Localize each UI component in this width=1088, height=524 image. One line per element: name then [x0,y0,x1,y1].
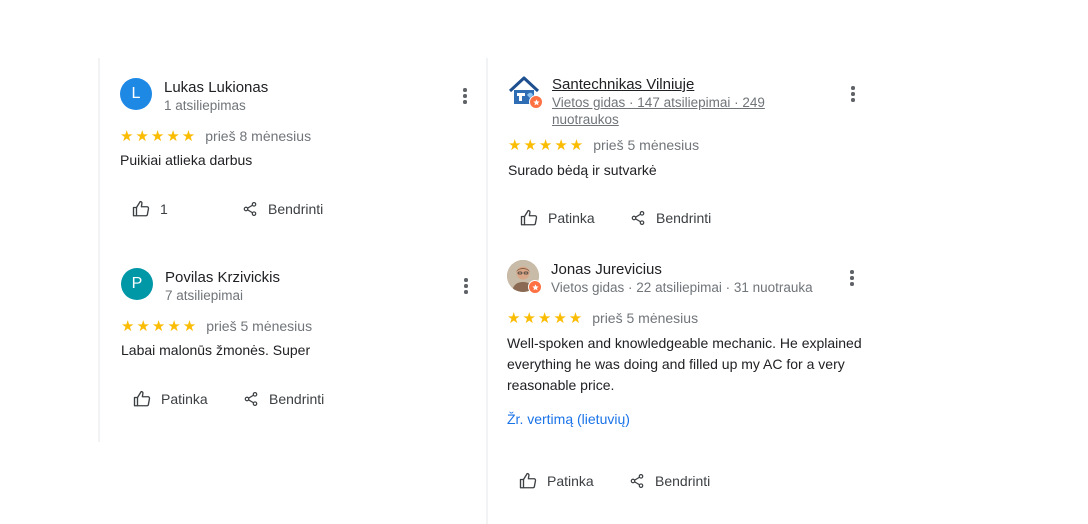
more-vert-icon [851,86,855,102]
avatar[interactable]: L [120,78,152,110]
reviewer-meta: 1 atsiliepimas [164,98,246,113]
review-text: Well-spoken and knowledgeable mechanic. … [507,335,862,393]
share-label: Bendrinti [269,391,325,407]
rating-row: ★★★★★ prieš 8 mėnesius [120,127,311,145]
more-options-button[interactable] [455,86,475,106]
share-icon [244,392,258,406]
rating-row: ★★★★★ prieš 5 mėnesius [508,136,699,154]
thumbs-up-icon [520,209,538,226]
review-time: prieš 5 mėnesius [593,137,700,153]
like-label: Patinka [161,391,208,407]
share-button[interactable]: Bendrinti [629,472,710,490]
share-button[interactable]: Bendrinti [243,390,324,408]
share-label: Bendrinti [656,210,712,226]
more-options-button[interactable] [456,276,476,296]
review-time: prieš 5 mėnesius [206,318,313,334]
more-vert-icon [463,88,467,104]
reviewer-name[interactable]: Lukas Lukionas [164,79,268,96]
review-text: Surado bėdą ir sutvarkė [508,162,657,178]
star-rating: ★★★★★ [507,310,585,327]
thumbs-up-icon [519,472,537,489]
like-label: Patinka [548,210,595,226]
like-count: 1 [160,201,168,217]
more-options-button[interactable] [843,84,863,104]
column-divider [486,58,488,524]
reviewer-name[interactable]: Povilas Krzivickis [165,269,280,286]
share-label: Bendrinti [268,201,324,217]
translate-link[interactable]: Žr. vertimą (lietuvių) [507,411,630,427]
like-button[interactable]: Patinka [520,209,595,227]
share-icon [630,474,644,488]
review-time: prieš 5 mėnesius [592,310,699,326]
more-options-button[interactable] [842,268,862,288]
reviewer-name[interactable]: Jonas Jurevicius [551,261,662,278]
reviewer-meta: 7 atsiliepimai [165,288,244,303]
thumbs-up-icon [132,200,150,217]
avatar[interactable] [507,260,542,294]
rating-row: ★★★★★ prieš 5 mėnesius [121,317,312,335]
like-button[interactable]: Patinka [133,390,208,408]
like-label: Patinka [547,473,594,489]
review-time: prieš 8 mėnesius [205,128,312,144]
rating-row: ★★★★★ prieš 5 mėnesius [507,309,698,327]
reviewer-meta[interactable]: Vietos gidas · 147 atsiliepimai · 249 nu… [552,94,792,128]
review-text: Puikiai atlieka darbus [120,152,253,168]
share-button[interactable]: Bendrinti [630,209,711,227]
more-vert-icon [464,278,468,294]
like-button[interactable]: Patinka [519,472,594,490]
share-icon [631,211,645,225]
reviewer-name[interactable]: Santechnikas Vilniuje [552,76,694,93]
star-rating: ★★★★★ [508,137,586,154]
more-vert-icon [850,270,854,286]
star-rating: ★★★★★ [120,128,198,145]
reviewer-meta: Vietos gidas · 22 atsiliepimai · 31 nuot… [551,280,813,295]
review-text: Labai malonūs žmonės. Super [121,342,311,358]
avatar[interactable]: P [121,268,153,300]
share-icon [243,202,257,216]
share-button[interactable]: Bendrinti [242,200,323,218]
like-button[interactable]: 1 [132,200,168,218]
column-divider [98,58,100,442]
share-label: Bendrinti [655,473,711,489]
avatar[interactable] [508,75,543,109]
star-rating: ★★★★★ [121,318,199,335]
local-guide-badge [528,280,542,294]
local-guide-badge [529,95,543,109]
thumbs-up-icon [133,390,151,407]
